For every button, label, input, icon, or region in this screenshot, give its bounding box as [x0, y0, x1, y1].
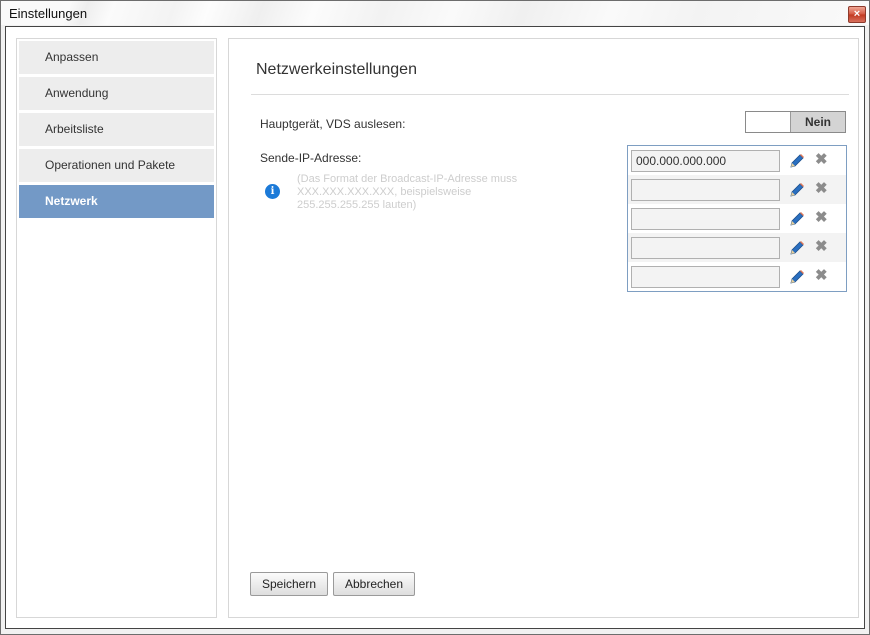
- delete-icon[interactable]: ✖: [815, 239, 828, 255]
- settings-window: Einstellungen × Anpassen Anwendung Arbei…: [0, 0, 870, 635]
- save-button[interactable]: Speichern: [250, 572, 328, 596]
- ip-address-input-5[interactable]: [631, 266, 780, 288]
- dialog-body: Anpassen Anwendung Arbeitsliste Operatio…: [5, 26, 865, 629]
- settings-sidebar: Anpassen Anwendung Arbeitsliste Operatio…: [16, 38, 217, 618]
- ip-row: ✖: [628, 175, 846, 204]
- ip-row: ✖: [628, 233, 846, 262]
- sidebar-item-anpassen[interactable]: Anpassen: [19, 41, 214, 74]
- pencil-icon[interactable]: [788, 152, 806, 170]
- ip-address-input-3[interactable]: [631, 208, 780, 230]
- send-ip-label: Sende-IP-Adresse:: [260, 151, 362, 165]
- vds-read-label: Hauptgerät, VDS auslesen:: [260, 117, 406, 131]
- sidebar-item-anwendung[interactable]: Anwendung: [19, 77, 214, 110]
- ip-row: ✖: [628, 146, 846, 175]
- delete-icon[interactable]: ✖: [815, 210, 828, 226]
- close-icon: ×: [853, 8, 861, 20]
- network-settings-panel: Netzwerkeinstellungen Hauptgerät, VDS au…: [228, 38, 859, 618]
- delete-icon[interactable]: ✖: [815, 152, 828, 168]
- sidebar-item-arbeitsliste[interactable]: Arbeitsliste: [19, 113, 214, 146]
- sidebar-item-netzwerk[interactable]: Netzwerk: [19, 185, 214, 218]
- delete-icon[interactable]: ✖: [815, 268, 828, 284]
- window-title: Einstellungen: [9, 6, 88, 21]
- ip-row: ✖: [628, 262, 846, 291]
- pencil-icon[interactable]: [788, 268, 806, 286]
- close-button[interactable]: ×: [848, 6, 866, 23]
- ip-row: ✖: [628, 204, 846, 233]
- vds-toggle-value: Nein: [790, 112, 845, 132]
- ip-address-input-4[interactable]: [631, 237, 780, 259]
- vds-read-toggle[interactable]: Nein: [745, 111, 846, 133]
- cancel-button[interactable]: Abbrechen: [333, 572, 415, 596]
- sidebar-item-operationen-und-pakete[interactable]: Operationen und Pakete: [19, 149, 214, 182]
- ip-format-hint: (Das Format der Broadcast-IP-Adresse mus…: [297, 173, 518, 211]
- pencil-icon[interactable]: [788, 239, 806, 257]
- pencil-icon[interactable]: [788, 210, 806, 228]
- info-icon: i: [265, 184, 280, 199]
- delete-icon[interactable]: ✖: [815, 181, 828, 197]
- title-bar[interactable]: Einstellungen ×: [1, 1, 869, 25]
- ip-address-input-1[interactable]: [631, 150, 780, 172]
- ip-address-input-2[interactable]: [631, 179, 780, 201]
- ip-address-list: ✖ ✖: [627, 145, 847, 292]
- pencil-icon[interactable]: [788, 181, 806, 199]
- page-title: Netzwerkeinstellungen: [256, 61, 417, 78]
- heading-divider: [251, 94, 849, 95]
